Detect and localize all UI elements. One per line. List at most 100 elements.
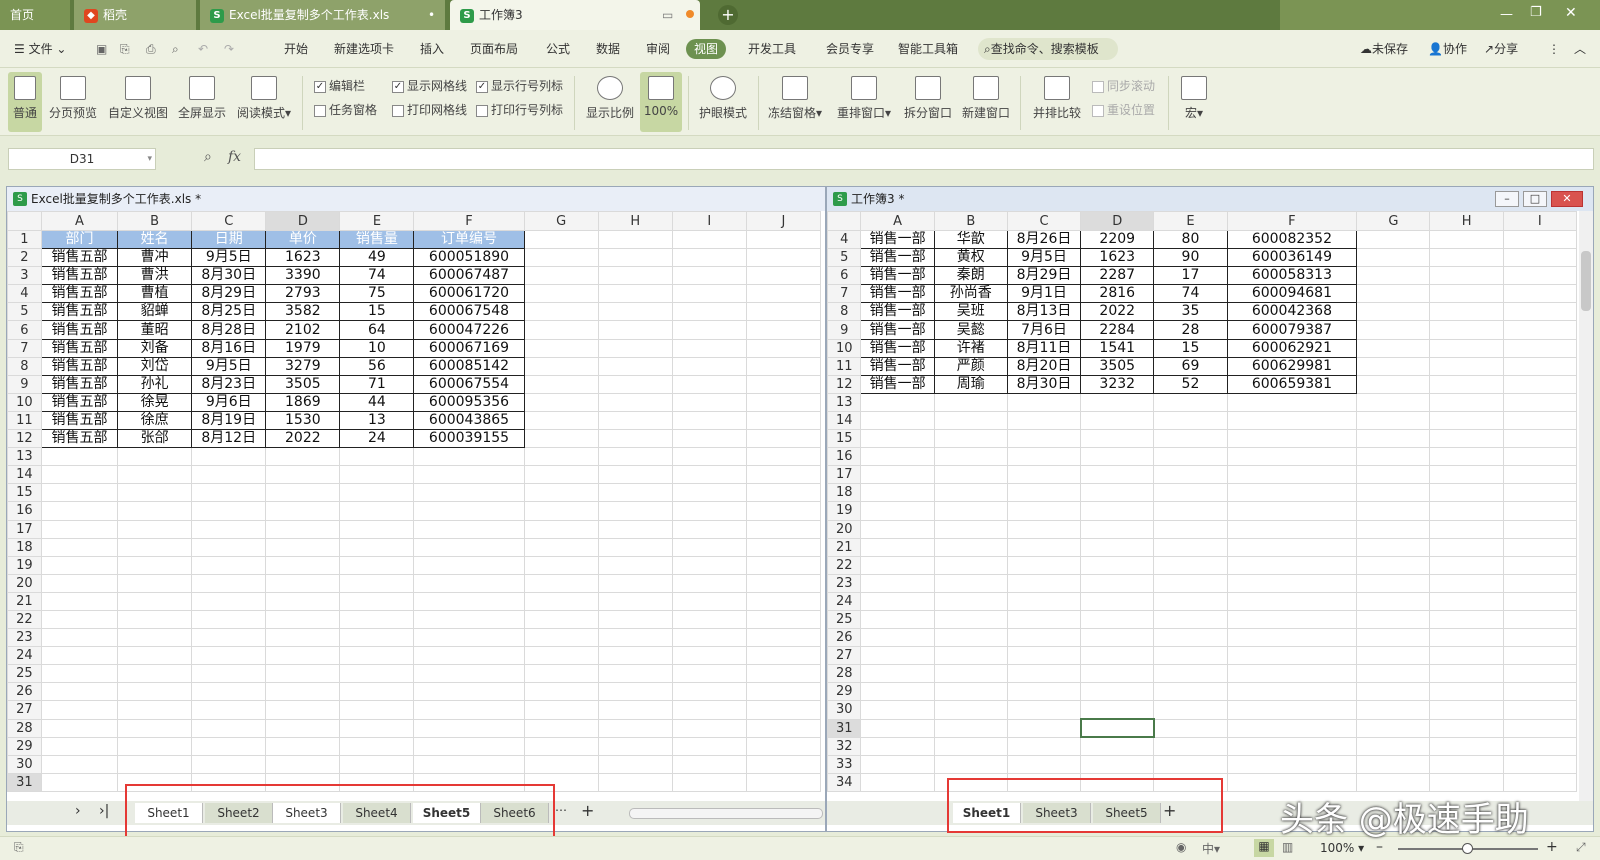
data-cell[interactable]: 销售五部 <box>40 248 119 268</box>
grid-cell[interactable] <box>671 374 747 394</box>
row-header[interactable]: 27 <box>7 700 42 720</box>
grid-cell[interactable] <box>1226 555 1358 575</box>
grid-cell[interactable] <box>523 646 599 666</box>
grid-cell[interactable] <box>597 465 673 485</box>
grid-cell[interactable] <box>1226 447 1358 467</box>
grid-cell[interactable] <box>413 465 525 485</box>
grid-cell[interactable] <box>40 646 119 666</box>
grid-cell[interactable] <box>933 483 1008 503</box>
grid-cell[interactable] <box>413 754 525 774</box>
grid-cell[interactable] <box>1006 392 1082 412</box>
grid-cell[interactable] <box>1080 429 1155 449</box>
data-cell[interactable]: 600067487 <box>413 266 525 286</box>
grid-cell[interactable] <box>745 718 822 738</box>
grid-cell[interactable] <box>597 718 673 738</box>
grid-cell[interactable] <box>40 483 119 503</box>
grid-cell[interactable] <box>1006 591 1082 611</box>
row-header[interactable]: 28 <box>826 664 862 684</box>
grid-cell[interactable] <box>671 736 747 756</box>
data-cell[interactable]: 600051890 <box>413 248 525 268</box>
grid-cell[interactable] <box>265 664 341 684</box>
data-cell[interactable]: 600085142 <box>413 356 525 376</box>
row-header[interactable]: 7 <box>7 338 42 358</box>
grid-cell[interactable] <box>671 555 747 575</box>
new-tab-plus-icon[interactable]: + <box>718 5 738 25</box>
data-cell[interactable]: 3390 <box>265 266 341 286</box>
row-header[interactable]: 12 <box>826 374 862 394</box>
grid-cell[interactable] <box>40 555 119 575</box>
data-cell[interactable]: 销售五部 <box>40 320 119 340</box>
grid-cell[interactable] <box>1153 591 1228 611</box>
grid-cell[interactable] <box>265 591 341 611</box>
grid-cell[interactable] <box>523 519 599 539</box>
grid-cell[interactable] <box>339 537 415 557</box>
grid-cell[interactable] <box>1429 682 1504 702</box>
grid-cell[interactable] <box>117 609 193 630</box>
column-header[interactable]: E <box>1153 211 1228 231</box>
grid-cell[interactable] <box>265 483 341 503</box>
grid-cell[interactable] <box>597 555 673 575</box>
row-header[interactable]: 6 <box>826 266 862 286</box>
grid-cell[interactable] <box>523 410 599 431</box>
data-cell[interactable]: 8月19日 <box>191 410 267 431</box>
grid-cell[interactable] <box>1006 429 1082 449</box>
row-header[interactable]: 10 <box>826 338 862 358</box>
data-cell[interactable]: 销售一部 <box>860 248 935 268</box>
data-cell[interactable]: 销售五部 <box>40 338 119 358</box>
row-header[interactable]: 30 <box>826 700 862 720</box>
grid-cell[interactable] <box>745 302 822 322</box>
data-cell[interactable]: 销售一部 <box>860 284 935 304</box>
grid-cell[interactable] <box>933 628 1008 648</box>
data-cell[interactable]: 3232 <box>1080 374 1155 394</box>
grid-cell[interactable] <box>1153 736 1228 756</box>
corner-cell[interactable] <box>7 211 42 231</box>
more-sheets-icon[interactable]: ⋯ <box>555 803 567 817</box>
grid-cell[interactable] <box>597 628 673 648</box>
add-sheet-icon[interactable]: + <box>581 801 594 820</box>
grid-cell[interactable] <box>1006 664 1082 684</box>
grid-cell[interactable] <box>860 410 935 431</box>
grid-cell[interactable] <box>597 754 673 774</box>
grid-cell[interactable] <box>413 664 525 684</box>
grid-cell[interactable] <box>597 573 673 593</box>
grid-cell[interactable] <box>1429 700 1504 720</box>
grid-cell[interactable] <box>597 609 673 630</box>
data-cell[interactable]: 44 <box>339 392 415 412</box>
grid-cell[interactable] <box>191 519 267 539</box>
grid-cell[interactable] <box>1006 700 1082 720</box>
grid-cell[interactable] <box>523 609 599 630</box>
grid-cell[interactable] <box>1080 392 1155 412</box>
grid-cell[interactable] <box>1429 356 1504 376</box>
grid-cell[interactable] <box>191 447 267 467</box>
data-cell[interactable]: 600067548 <box>413 302 525 322</box>
grid-cell[interactable] <box>523 736 599 756</box>
grid-cell[interactable] <box>523 248 599 268</box>
grid-cell[interactable] <box>1429 465 1504 485</box>
grid-cell[interactable] <box>745 754 822 774</box>
input-method-icon[interactable]: 中▾ <box>1202 840 1220 857</box>
data-cell[interactable]: 销售五部 <box>40 392 119 412</box>
grid-cell[interactable] <box>1080 664 1155 684</box>
row-header[interactable]: 25 <box>7 664 42 684</box>
grid-cell[interactable] <box>1006 628 1082 648</box>
grid-cell[interactable] <box>40 772 119 792</box>
grid-cell[interactable] <box>671 356 747 376</box>
grid-cell[interactable] <box>40 664 119 684</box>
grid-cell[interactable] <box>745 519 822 539</box>
data-cell[interactable]: 张郃 <box>117 429 193 449</box>
grid-cell[interactable] <box>1080 483 1155 503</box>
grid-cell[interactable] <box>265 700 341 720</box>
data-cell[interactable]: 13 <box>339 410 415 431</box>
grid-cell[interactable] <box>745 537 822 557</box>
collapse-ribbon-icon[interactable]: ︿ <box>1574 39 1586 59</box>
grid-cell[interactable] <box>671 537 747 557</box>
data-cell[interactable]: 49 <box>339 248 415 268</box>
grid-cell[interactable] <box>1153 537 1228 557</box>
window-maximize-icon[interactable]: □ <box>1523 191 1547 207</box>
page-break-preview-button[interactable]: 分页预览 <box>48 72 98 132</box>
grid-cell[interactable] <box>117 537 193 557</box>
row-header[interactable]: 24 <box>7 646 42 666</box>
grid-cell[interactable] <box>265 754 341 774</box>
grid-cell[interactable] <box>671 284 747 304</box>
collaborate-button[interactable]: 👤协作 <box>1428 39 1467 59</box>
